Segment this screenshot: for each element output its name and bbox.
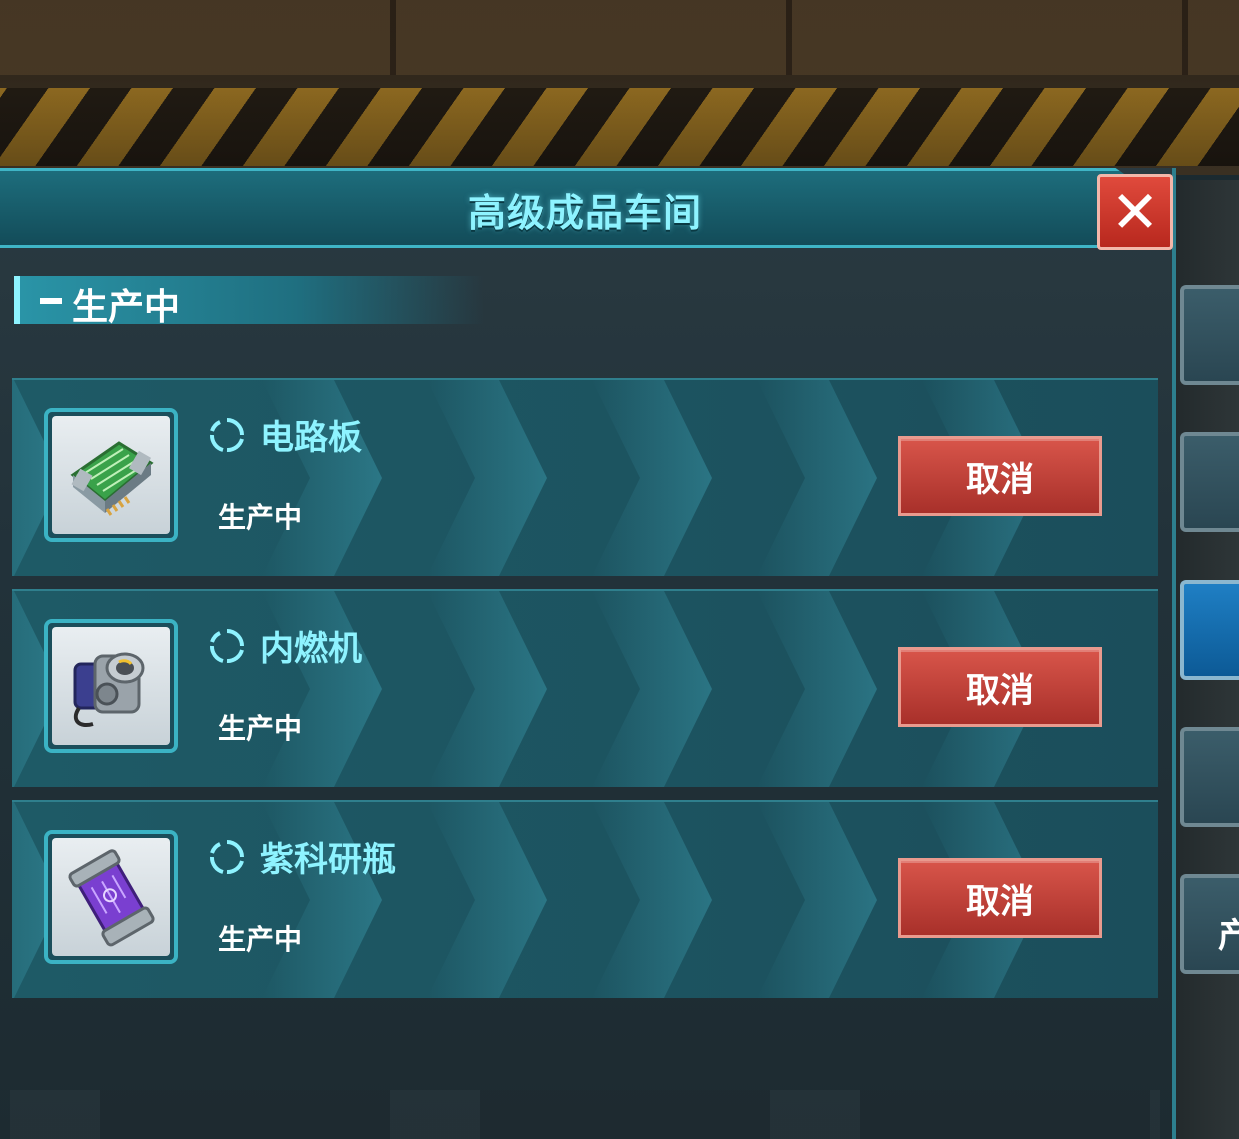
- in-progress-icon: [210, 840, 244, 874]
- engine-icon: [52, 627, 170, 745]
- side-tab-2[interactable]: [1180, 432, 1239, 532]
- chevron-decoration: [592, 591, 712, 787]
- close-button[interactable]: ✕: [1097, 174, 1173, 250]
- production-row: 紫科研瓶 生产中 取消: [12, 800, 1158, 998]
- chevron-decoration: [592, 802, 712, 998]
- side-tab-label: 产: [1218, 916, 1239, 956]
- item-name: 内燃机: [260, 629, 362, 669]
- item-name: 紫科研瓶: [260, 840, 396, 880]
- cancel-button[interactable]: 取消: [898, 647, 1102, 727]
- chevron-decoration: [592, 380, 712, 576]
- item-status: 生产中: [218, 923, 303, 956]
- metal-plates-background: [0, 0, 1239, 75]
- item-icon-frame[interactable]: [44, 408, 178, 542]
- in-progress-icon: [210, 418, 244, 452]
- item-name: 电路板: [260, 418, 362, 458]
- window-title: 高级成品车间: [467, 191, 702, 235]
- item-icon-frame[interactable]: [44, 619, 178, 753]
- section-title: 生产中: [72, 287, 181, 328]
- production-row: 电路板 生产中 取消: [12, 378, 1158, 576]
- cancel-button[interactable]: 取消: [898, 436, 1102, 516]
- purple-research-bottle-icon: [52, 838, 170, 956]
- item-status: 生产中: [218, 501, 303, 534]
- chevron-decoration: [427, 802, 547, 998]
- chevron-decoration: [757, 380, 877, 576]
- chevron-decoration: [757, 591, 877, 787]
- item-status: 生产中: [218, 712, 303, 745]
- cancel-button[interactable]: 取消: [898, 858, 1102, 938]
- side-tab-1[interactable]: [1180, 285, 1239, 385]
- section-accent: [14, 276, 20, 324]
- chevron-decoration: [757, 802, 877, 998]
- production-row: 内燃机 生产中 取消: [12, 589, 1158, 787]
- item-icon-frame[interactable]: [44, 830, 178, 964]
- side-tab-4[interactable]: [1180, 727, 1239, 827]
- side-tab-3-active[interactable]: [1180, 580, 1239, 680]
- in-progress-icon: [210, 629, 244, 663]
- side-tab-5[interactable]: 产: [1180, 874, 1239, 974]
- chevron-decoration: [427, 591, 547, 787]
- collapse-icon[interactable]: [40, 298, 62, 304]
- circuit-board-icon: [52, 416, 170, 534]
- chevron-decoration: [427, 380, 547, 576]
- workshop-panel: 高级成品车间 ✕ 生产中 电路板 生产中 取消 内燃机 生产中 取消 紫科研瓶 …: [0, 168, 1176, 1139]
- floor-decoration: [10, 1090, 1160, 1139]
- hazard-shade: [0, 88, 1239, 166]
- section-header: 生产中: [14, 276, 484, 328]
